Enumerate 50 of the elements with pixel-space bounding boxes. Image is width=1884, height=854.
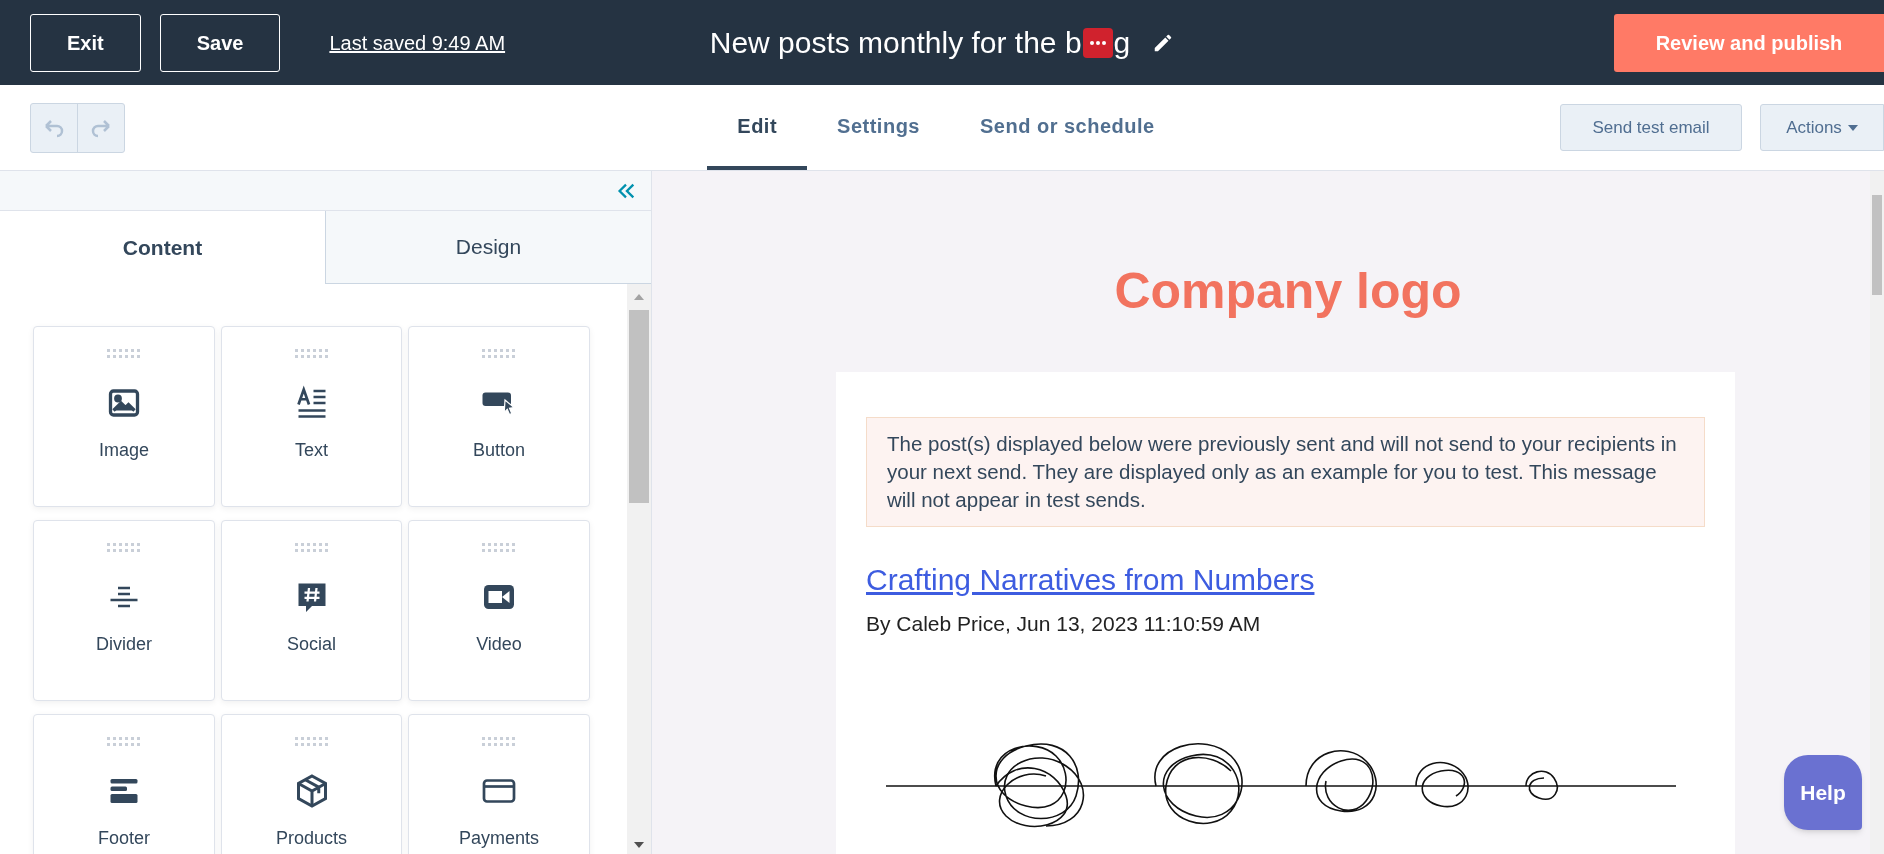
sidebar-scrollbar[interactable] xyxy=(627,284,651,854)
module-label: Payments xyxy=(458,827,539,850)
module-card[interactable]: Button xyxy=(408,326,590,507)
password-manager-icon xyxy=(1082,27,1113,58)
module-label: Text xyxy=(295,439,328,462)
drag-handle-icon xyxy=(107,349,141,359)
editor-tab[interactable]: Settings xyxy=(807,85,950,170)
caret-icon xyxy=(1847,124,1858,131)
scroll-thumb[interactable] xyxy=(629,310,649,503)
module-label: Button xyxy=(472,439,525,462)
module-label: Video xyxy=(476,633,522,656)
email-title: New posts monthly for the b xyxy=(709,25,1082,61)
last-saved-link[interactable]: Last saved 9:49 AM xyxy=(329,27,506,58)
exit-button[interactable]: Exit xyxy=(30,13,141,72)
drag-handle-icon xyxy=(294,543,329,553)
module-label: Social xyxy=(287,633,336,656)
help-button[interactable]: Help xyxy=(1784,755,1862,830)
post-title-link[interactable]: Crafting Narratives from Numbers xyxy=(866,557,1315,602)
drag-handle-icon xyxy=(107,543,141,553)
scroll-thumb[interactable] xyxy=(1872,195,1882,295)
drag-handle-icon xyxy=(482,543,516,553)
company-logo: Company logo xyxy=(1114,262,1462,321)
drag-handle-icon xyxy=(482,349,516,359)
post-byline: By Caleb Price, Jun 13, 2023 11:10:59 AM xyxy=(866,611,1262,637)
drag-handle-icon xyxy=(482,737,516,747)
module-card[interactable]: Video xyxy=(408,520,590,701)
save-button[interactable]: Save xyxy=(159,13,281,72)
editor-tab[interactable]: Send or schedule xyxy=(950,85,1185,170)
module-card[interactable]: Footer xyxy=(33,714,215,854)
module-label: Products xyxy=(275,827,347,850)
module-card[interactable]: Products xyxy=(221,714,402,854)
scroll-down-icon[interactable] xyxy=(634,842,644,848)
actions-dropdown[interactable]: Actions xyxy=(1760,104,1884,151)
module-card[interactable]: Payments xyxy=(408,714,590,854)
module-card[interactable]: Image xyxy=(33,326,215,507)
sidebar-tab[interactable]: Design xyxy=(325,211,651,284)
module-card[interactable]: Text xyxy=(221,326,402,507)
module-card[interactable]: Social xyxy=(221,520,402,701)
module-label: Footer xyxy=(98,827,150,850)
drag-handle-icon xyxy=(107,737,141,747)
send-test-email-button[interactable]: Send test email xyxy=(1560,104,1742,151)
module-card[interactable]: Divider xyxy=(33,520,215,701)
drag-handle-icon xyxy=(294,737,329,747)
notice-text: The post(s) displayed below were previously sent and will not send to your recipients in your next send. They are displayed only as an example for you to test. This message will not appear in test sends. xyxy=(887,431,1678,513)
preview-scrollbar[interactable] xyxy=(1870,171,1884,854)
email-title-end: g xyxy=(1113,25,1131,61)
scroll-up-icon[interactable] xyxy=(634,294,644,300)
module-label: Image xyxy=(99,439,149,462)
module-label: Divider xyxy=(96,633,152,656)
drag-handle-icon xyxy=(294,349,329,359)
